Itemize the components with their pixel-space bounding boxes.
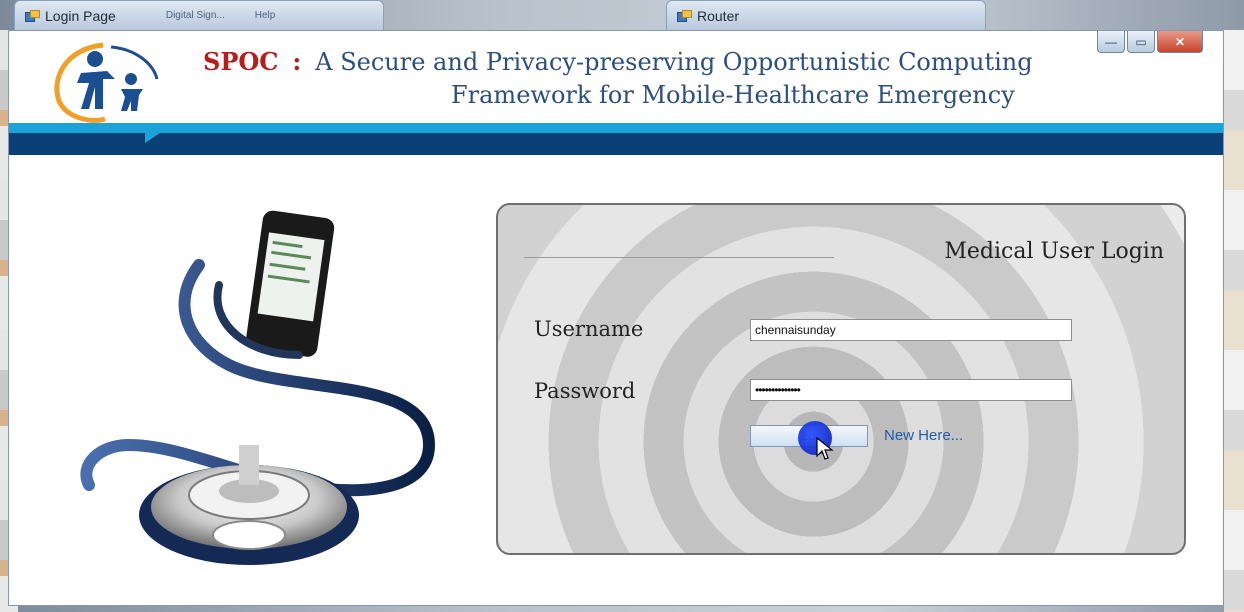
maximize-button[interactable]: ▭ [1127,31,1155,53]
new-here-link[interactable]: New Here... [884,427,963,444]
close-button[interactable]: ✕ [1157,31,1203,53]
desktop-right-strip [1224,30,1244,612]
username-label: Username [534,317,644,341]
app-title-line1: SPOC: A Secure and Privacy-preserving Opp… [203,47,1033,76]
brand-name: SPOC [203,47,279,76]
app-window-icon [25,9,40,22]
username-input[interactable]: chennaisunday [750,319,1072,341]
panel-divider [524,257,834,258]
login-window: — ▭ ✕ SPOC: A Secure and Privacy-preservi… [8,30,1224,606]
login-panel: Medical User Login Username chennaisunda… [496,203,1186,555]
app-header: SPOC: A Secure and Privacy-preserving Opp… [9,31,1223,123]
window-controls: — ▭ ✕ [1097,31,1203,53]
content-area: Medical User Login Username chennaisunda… [9,155,1223,605]
password-input[interactable]: •••••••••••••• [750,379,1072,401]
title-line1-text: A Secure and Privacy-preserving Opportun… [315,48,1033,76]
login-tab-label: Login Page [45,7,116,24]
app-window-icon [677,9,692,22]
faded-tab-label-1: Digital Sign... [165,10,225,21]
app-title-line2: Framework for Mobile-Healthcare Emergenc… [451,81,1015,109]
header-band-light [9,123,1223,133]
brand-colon: : [292,47,302,76]
mouse-pointer-icon [816,437,834,460]
stethoscope-phone-illustration [80,210,436,565]
header-band-dark [9,133,1223,155]
login-page-taskbar-tab[interactable]: Login Page Digital Sign... Help [14,0,384,30]
faded-tab-label-2: Help [254,10,276,21]
family-logo-icon [54,42,159,123]
router-taskbar-tab[interactable]: Router [666,0,986,30]
header-band-notch [145,131,163,143]
panel-title: Medical User Login [944,239,1164,264]
minimize-button[interactable]: — [1097,31,1125,53]
password-label: Password [534,379,636,403]
router-tab-label: Router [697,7,740,24]
